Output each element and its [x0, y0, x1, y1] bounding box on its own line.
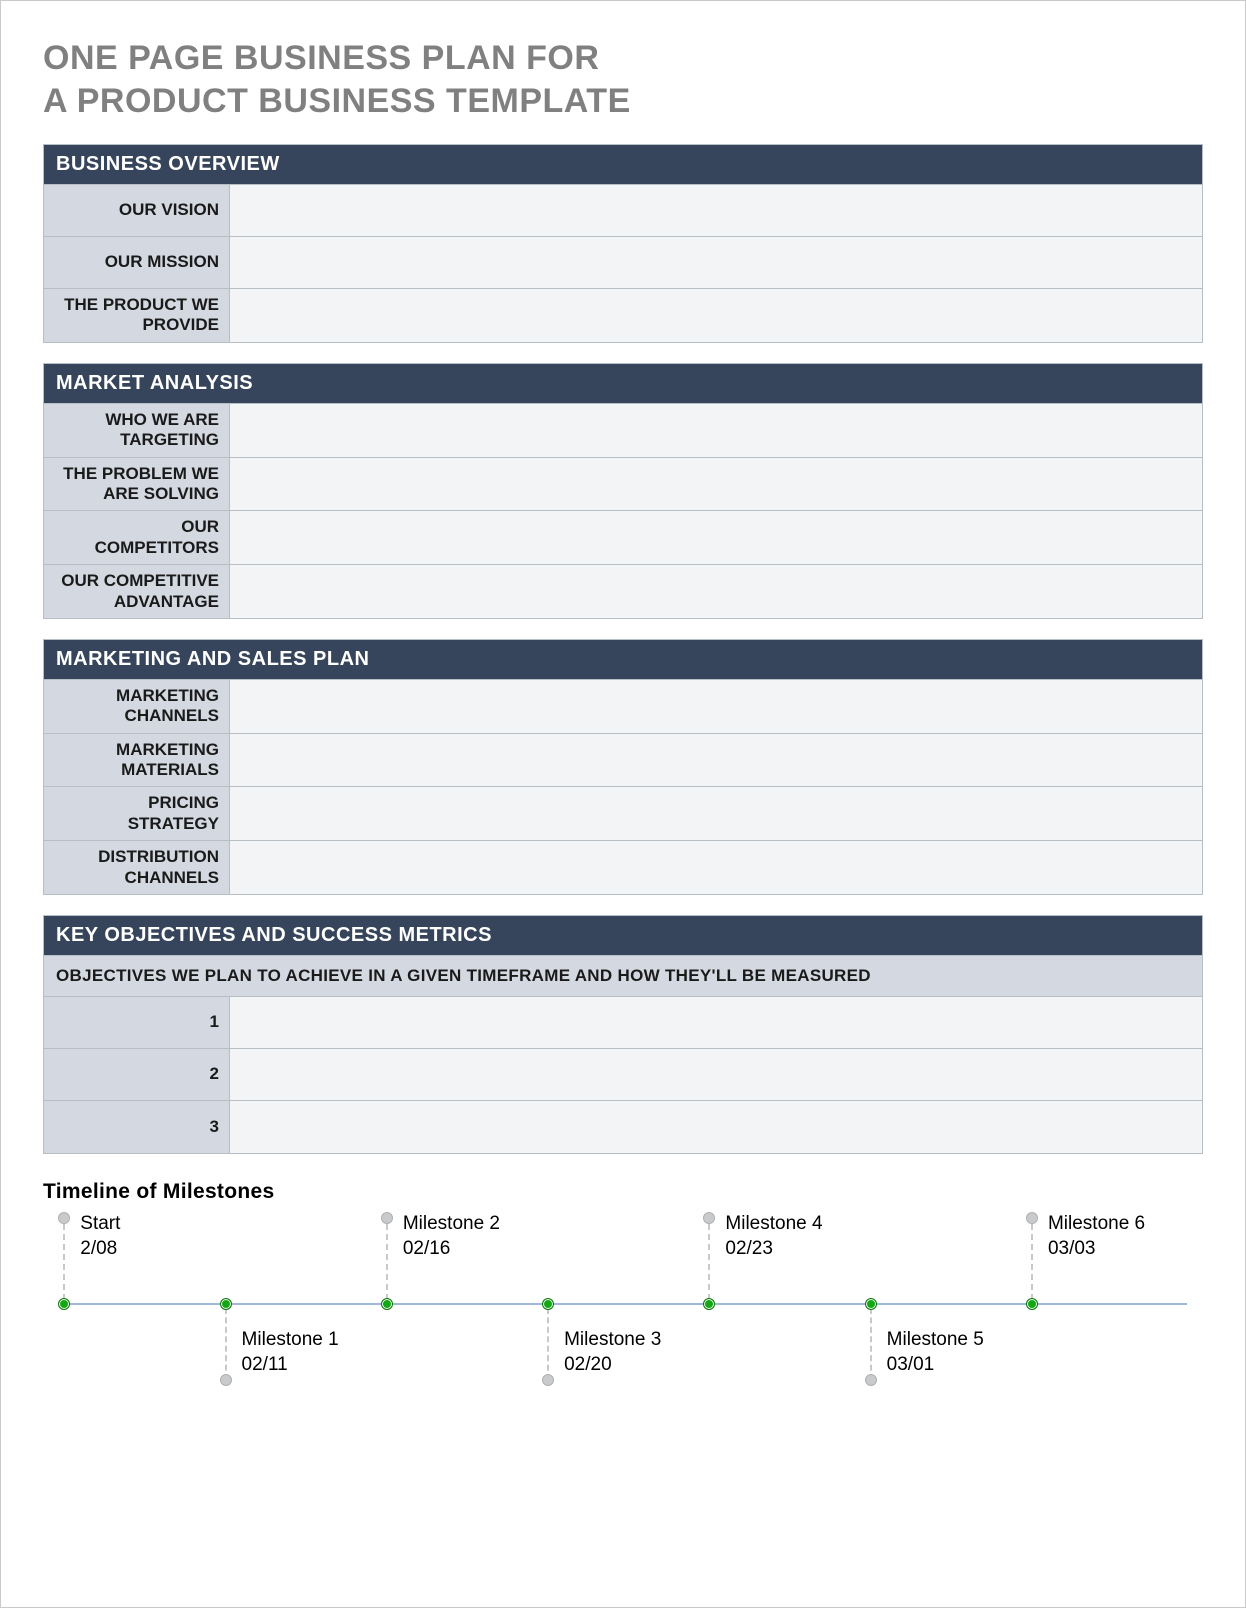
milestone-dot-icon	[703, 1298, 715, 1310]
row-label-competitors: OUR COMPETITORS	[44, 511, 230, 564]
row-label-mission: OUR MISSION	[44, 237, 230, 288]
pin-icon	[1026, 1212, 1038, 1224]
timeline-dash	[225, 1308, 227, 1380]
timeline-label: Milestone 102/11	[242, 1328, 339, 1377]
milestone-dot-icon	[58, 1298, 70, 1310]
timeline-label: Milestone 603/03	[1048, 1212, 1145, 1261]
table-row: WHO WE ARE TARGETING	[44, 404, 1202, 458]
row-label-target: WHO WE ARE TARGETING	[44, 404, 230, 457]
row-label-problem: THE PROBLEM WE ARE SOLVING	[44, 458, 230, 511]
table-row: DISTRIBUTION CHANNELS	[44, 841, 1202, 894]
milestone-dot-icon	[1026, 1298, 1038, 1310]
timeline-dash	[386, 1224, 388, 1300]
row-label-obj3: 3	[44, 1101, 230, 1153]
table-row: MARKETING CHANNELS	[44, 680, 1202, 734]
section-business-overview: BUSINESS OVERVIEW OUR VISION OUR MISSION…	[43, 144, 1203, 343]
section-header: MARKET ANALYSIS	[44, 364, 1202, 404]
row-label-channels: MARKETING CHANNELS	[44, 680, 230, 733]
table-row: OUR MISSION	[44, 237, 1202, 289]
table-row: THE PRODUCT WE PROVIDE	[44, 289, 1202, 342]
timeline-item-name: Milestone 1	[242, 1328, 339, 1353]
timeline-title: Timeline of Milestones	[43, 1180, 1203, 1204]
table-row: 2	[44, 1049, 1202, 1101]
row-label-pricing: PRICING STRATEGY	[44, 787, 230, 840]
timeline-label: Milestone 202/16	[403, 1212, 500, 1261]
timeline-dash	[1031, 1224, 1033, 1300]
milestone-dot-icon	[381, 1298, 393, 1310]
section-subheader: OBJECTIVES WE PLAN TO ACHIEVE IN A GIVEN…	[44, 956, 1202, 997]
table-row: MARKETING MATERIALS	[44, 734, 1202, 788]
timeline-label: Milestone 503/01	[887, 1328, 984, 1377]
timeline-item-name: Start	[80, 1212, 120, 1237]
row-label-obj2: 2	[44, 1049, 230, 1100]
table-row: PRICING STRATEGY	[44, 787, 1202, 841]
timeline-item-name: Milestone 5	[887, 1328, 984, 1353]
row-value-materials[interactable]	[230, 734, 1202, 787]
row-label-distribution: DISTRIBUTION CHANNELS	[44, 841, 230, 894]
row-label-vision: OUR VISION	[44, 185, 230, 236]
pin-icon	[865, 1374, 877, 1386]
row-value-pricing[interactable]	[230, 787, 1202, 840]
timeline-item-name: Milestone 3	[564, 1328, 661, 1353]
section-marketing-sales: MARKETING AND SALES PLAN MARKETING CHANN…	[43, 639, 1203, 895]
section-header: KEY OBJECTIVES AND SUCCESS METRICS	[44, 916, 1202, 956]
pin-icon	[542, 1374, 554, 1386]
timeline-dash	[63, 1224, 65, 1300]
timeline-item-date: 02/11	[242, 1353, 339, 1378]
milestone-dot-icon	[542, 1298, 554, 1310]
timeline-dash	[708, 1224, 710, 1300]
timeline-item-date: 03/01	[887, 1353, 984, 1378]
row-value-obj3[interactable]	[230, 1101, 1202, 1153]
timeline-item-name: Milestone 6	[1048, 1212, 1145, 1237]
section-objectives: KEY OBJECTIVES AND SUCCESS METRICS OBJEC…	[43, 915, 1203, 1154]
timeline-item-date: 02/23	[725, 1237, 822, 1262]
row-label-advantage: OUR COMPETITIVE ADVANTAGE	[44, 565, 230, 618]
row-value-problem[interactable]	[230, 458, 1202, 511]
row-label-obj1: 1	[44, 997, 230, 1048]
timeline-label: Milestone 402/23	[725, 1212, 822, 1261]
row-label-product: THE PRODUCT WE PROVIDE	[44, 289, 230, 342]
table-row: OUR COMPETITORS	[44, 511, 1202, 565]
timeline-dash	[547, 1308, 549, 1380]
table-row: OUR VISION	[44, 185, 1202, 237]
timeline-item-date: 2/08	[80, 1237, 120, 1262]
timeline-item-date: 02/20	[564, 1353, 661, 1378]
table-row: THE PROBLEM WE ARE SOLVING	[44, 458, 1202, 512]
section-header: MARKETING AND SALES PLAN	[44, 640, 1202, 680]
row-value-channels[interactable]	[230, 680, 1202, 733]
timeline-item-name: Milestone 4	[725, 1212, 822, 1237]
row-value-distribution[interactable]	[230, 841, 1202, 894]
table-row: OUR COMPETITIVE ADVANTAGE	[44, 565, 1202, 618]
milestone-dot-icon	[220, 1298, 232, 1310]
timeline-item-date: 03/03	[1048, 1237, 1145, 1262]
row-value-obj1[interactable]	[230, 997, 1202, 1048]
milestone-dot-icon	[865, 1298, 877, 1310]
pin-icon	[220, 1374, 232, 1386]
timeline-chart: Start2/08Milestone 102/11Milestone 202/1…	[47, 1208, 1199, 1418]
row-value-mission[interactable]	[230, 237, 1202, 288]
section-header: BUSINESS OVERVIEW	[44, 145, 1202, 185]
timeline-dash	[870, 1308, 872, 1380]
row-label-materials: MARKETING MATERIALS	[44, 734, 230, 787]
table-row: 1	[44, 997, 1202, 1049]
row-value-target[interactable]	[230, 404, 1202, 457]
row-value-competitors[interactable]	[230, 511, 1202, 564]
timeline-label: Start2/08	[80, 1212, 120, 1261]
pin-icon	[58, 1212, 70, 1224]
row-value-obj2[interactable]	[230, 1049, 1202, 1100]
section-market-analysis: MARKET ANALYSIS WHO WE ARE TARGETING THE…	[43, 363, 1203, 619]
row-value-vision[interactable]	[230, 185, 1202, 236]
pin-icon	[381, 1212, 393, 1224]
page-container: ONE PAGE BUSINESS PLAN FOR A PRODUCT BUS…	[0, 0, 1246, 1608]
page-title: ONE PAGE BUSINESS PLAN FOR A PRODUCT BUS…	[43, 37, 1203, 122]
timeline-item-name: Milestone 2	[403, 1212, 500, 1237]
row-value-advantage[interactable]	[230, 565, 1202, 618]
table-row: 3	[44, 1101, 1202, 1153]
pin-icon	[703, 1212, 715, 1224]
timeline-label: Milestone 302/20	[564, 1328, 661, 1377]
row-value-product[interactable]	[230, 289, 1202, 342]
timeline-item-date: 02/16	[403, 1237, 500, 1262]
